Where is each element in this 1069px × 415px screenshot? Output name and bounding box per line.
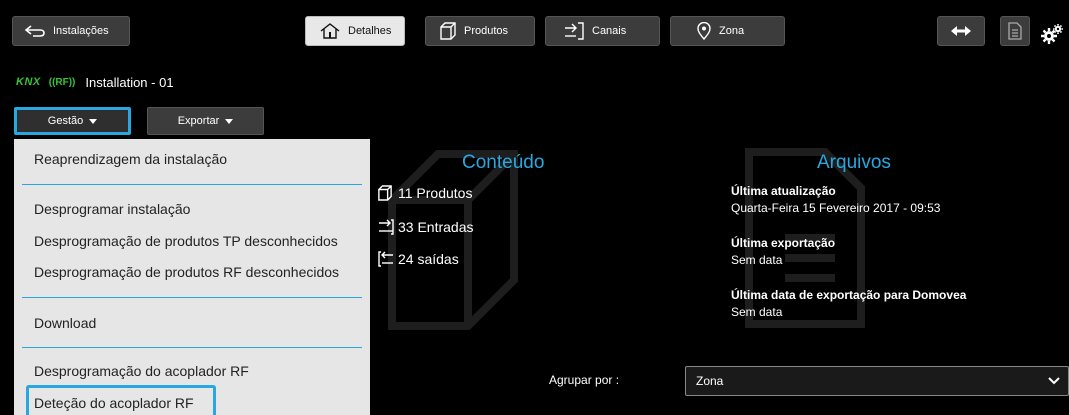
tab-products-label: Produtos — [464, 25, 509, 37]
tab-details[interactable]: Detalhes — [305, 16, 405, 46]
files-title: Arquivos — [817, 152, 891, 173]
tab-channels-label: Canais — [592, 25, 627, 37]
caret-down-icon — [89, 118, 98, 124]
cube-icon — [440, 22, 456, 40]
channels-icon — [564, 22, 584, 40]
exportar-dropdown-button[interactable]: Exportar — [147, 107, 264, 135]
gears-icon — [1040, 23, 1064, 45]
tab-zone-label: Zona — [719, 25, 745, 37]
tab-zone[interactable]: Zona — [670, 16, 785, 46]
outputs-count-text: 24 saídas — [398, 251, 459, 267]
inputs-count-text: 33 Entradas — [398, 219, 474, 235]
menu-divider — [22, 347, 362, 348]
group-by-selected-value: Zona — [696, 374, 724, 388]
last-domovea-export-label: Última data de exportação para Domovea — [731, 288, 967, 302]
gestao-dropdown-menu: Reaprendizagem da instalação Desprograma… — [14, 139, 370, 415]
menu-divider — [22, 297, 362, 298]
left-right-arrows-icon — [951, 26, 971, 36]
last-update-value: Quarta-Feira 15 Fevereiro 2017 - 09:53 — [731, 201, 941, 215]
tab-channels[interactable]: Canais — [545, 16, 660, 46]
menu-divider — [22, 184, 362, 185]
menu-item-download[interactable]: Download — [34, 311, 96, 335]
installation-header: KNX ((RF)) Installation - 01 — [16, 72, 174, 92]
tab-details-label: Detalhes — [348, 25, 392, 37]
menu-item-detect-rf-coupler[interactable]: Deteção do acoplador RF — [34, 391, 194, 415]
group-by-label: Agrupar por : — [549, 373, 620, 387]
document-button[interactable] — [1000, 16, 1030, 46]
settings-button[interactable] — [1040, 22, 1064, 46]
home-icon — [320, 23, 340, 39]
installation-name: Installation - 01 — [85, 74, 174, 90]
location-pin-icon — [697, 22, 711, 40]
top-bar: Instalações Detalhes Produtos Canais Zon… — [0, 0, 1069, 60]
last-update-label: Última atualização — [731, 184, 836, 198]
document-icon — [1008, 22, 1022, 40]
caret-down-icon — [225, 118, 234, 124]
products-count-text: 11 Produtos — [398, 185, 473, 201]
rf-logo: ((RF)) — [48, 76, 76, 88]
products-count: 11 Produtos — [378, 185, 472, 201]
menu-item-relearn-installation[interactable]: Reaprendizagem da instalação — [34, 147, 227, 171]
menu-item-unprogram-unknown-tp[interactable]: Desprogramação de produtos TP desconheci… — [34, 229, 338, 253]
chevron-down-icon — [1048, 375, 1060, 389]
last-export-label: Última exportação — [731, 236, 836, 250]
expand-arrows-button[interactable] — [937, 16, 985, 46]
tab-products[interactable]: Produtos — [425, 16, 535, 46]
last-export-value: Sem data — [731, 253, 783, 267]
menu-item-unprogram-installation[interactable]: Desprogramar instalação — [34, 197, 190, 221]
outputs-count: 24 saídas — [378, 251, 459, 267]
group-by-select[interactable]: Zona — [685, 366, 1069, 396]
installations-label: Instalações — [53, 25, 109, 37]
exportar-label: Exportar — [177, 115, 220, 127]
knx-logo: KNX — [16, 76, 41, 88]
content-title: Conteúdo — [462, 152, 545, 173]
menu-item-unprogram-unknown-rf[interactable]: Desprogramação de produtos RF desconheci… — [34, 260, 339, 284]
back-arrow-icon — [25, 25, 45, 37]
cube-icon — [378, 185, 398, 201]
menu-item-unprogram-rf-coupler[interactable]: Desprogramação do acoplador RF — [34, 359, 249, 383]
output-arrow-icon — [378, 251, 398, 267]
gestao-label: Gestão — [47, 115, 84, 127]
last-domovea-export-value: Sem data — [731, 305, 783, 319]
installations-back-button[interactable]: Instalações — [12, 16, 130, 46]
gestao-dropdown-button[interactable]: Gestão — [14, 107, 131, 135]
inputs-count: 33 Entradas — [378, 219, 474, 235]
cube-watermark-icon — [388, 150, 518, 330]
input-arrow-icon — [378, 219, 398, 235]
